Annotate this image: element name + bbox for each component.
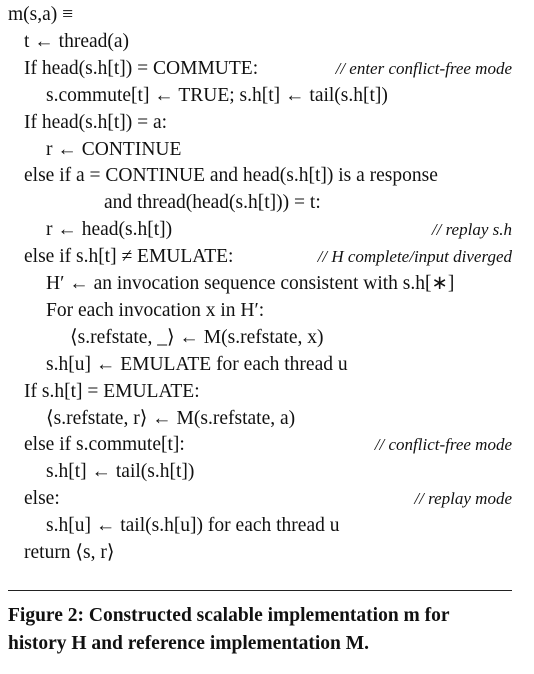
code-line: s.commute[t] ← TRUE; s.h[t] ← tail(s.h[t… <box>46 84 388 106</box>
code-line: If head(s.h[t]) = COMMUTE: <box>24 57 259 79</box>
code-comment: // enter conflict-free mode <box>335 58 512 78</box>
code-line: t ← thread(a) <box>24 30 130 52</box>
code-line: m(s,a) ≡ <box>8 4 74 25</box>
code-line: else: <box>24 488 60 510</box>
code-line: else if a = CONTINUE and head(s.h[t]) is… <box>24 165 438 187</box>
code-line: For each invocation x in H′: <box>46 299 265 321</box>
caption-line-1: Figure 2: Constructed scalable implement… <box>8 605 450 626</box>
algorithm-figure: m(s,a) ≡ t ← thread(a) If head(s.h[t]) = C… <box>0 0 534 674</box>
code-comment: // replay mode <box>414 489 512 509</box>
code-line: and thread(head(s.h[t])) = t: <box>104 192 321 214</box>
code-line: s.h[u] ← EMULATE for each thread u <box>46 353 348 375</box>
code-line: r ← CONTINUE <box>46 138 182 160</box>
code-line: If head(s.h[t]) = a: <box>24 111 168 133</box>
code-line: else if s.h[t] ≠ EMULATE: <box>24 246 234 268</box>
code-line: else if s.commute[t]: <box>24 434 185 456</box>
code-comment: // H complete/input diverged <box>317 247 512 267</box>
code-line: H′ ← an invocation sequence consistent w… <box>46 273 455 294</box>
code-line: ⟨s.refstate, _⟩ ← M(s.refstate, x) <box>70 326 324 348</box>
code-line: return ⟨s, r⟩ <box>24 542 115 563</box>
caption-rule <box>8 590 512 591</box>
caption-line-2: history H and reference implementation M… <box>8 633 370 654</box>
code-line: r ← head(s.h[t]) <box>46 219 173 241</box>
code-line: ⟨s.refstate, r⟩ ← M(s.refstate, a) <box>46 407 296 429</box>
code-comment: // replay s.h <box>431 220 512 240</box>
code-comment: // conflict-free mode <box>374 435 512 455</box>
figure-caption: Figure 2: Constructed scalable implement… <box>8 602 523 658</box>
code-line: s.h[t] ← tail(s.h[t]) <box>46 461 195 483</box>
code-line: s.h[u] ← tail(s.h[u]) for each thread u <box>46 515 340 537</box>
code-line: If s.h[t] = EMULATE: <box>24 380 200 402</box>
